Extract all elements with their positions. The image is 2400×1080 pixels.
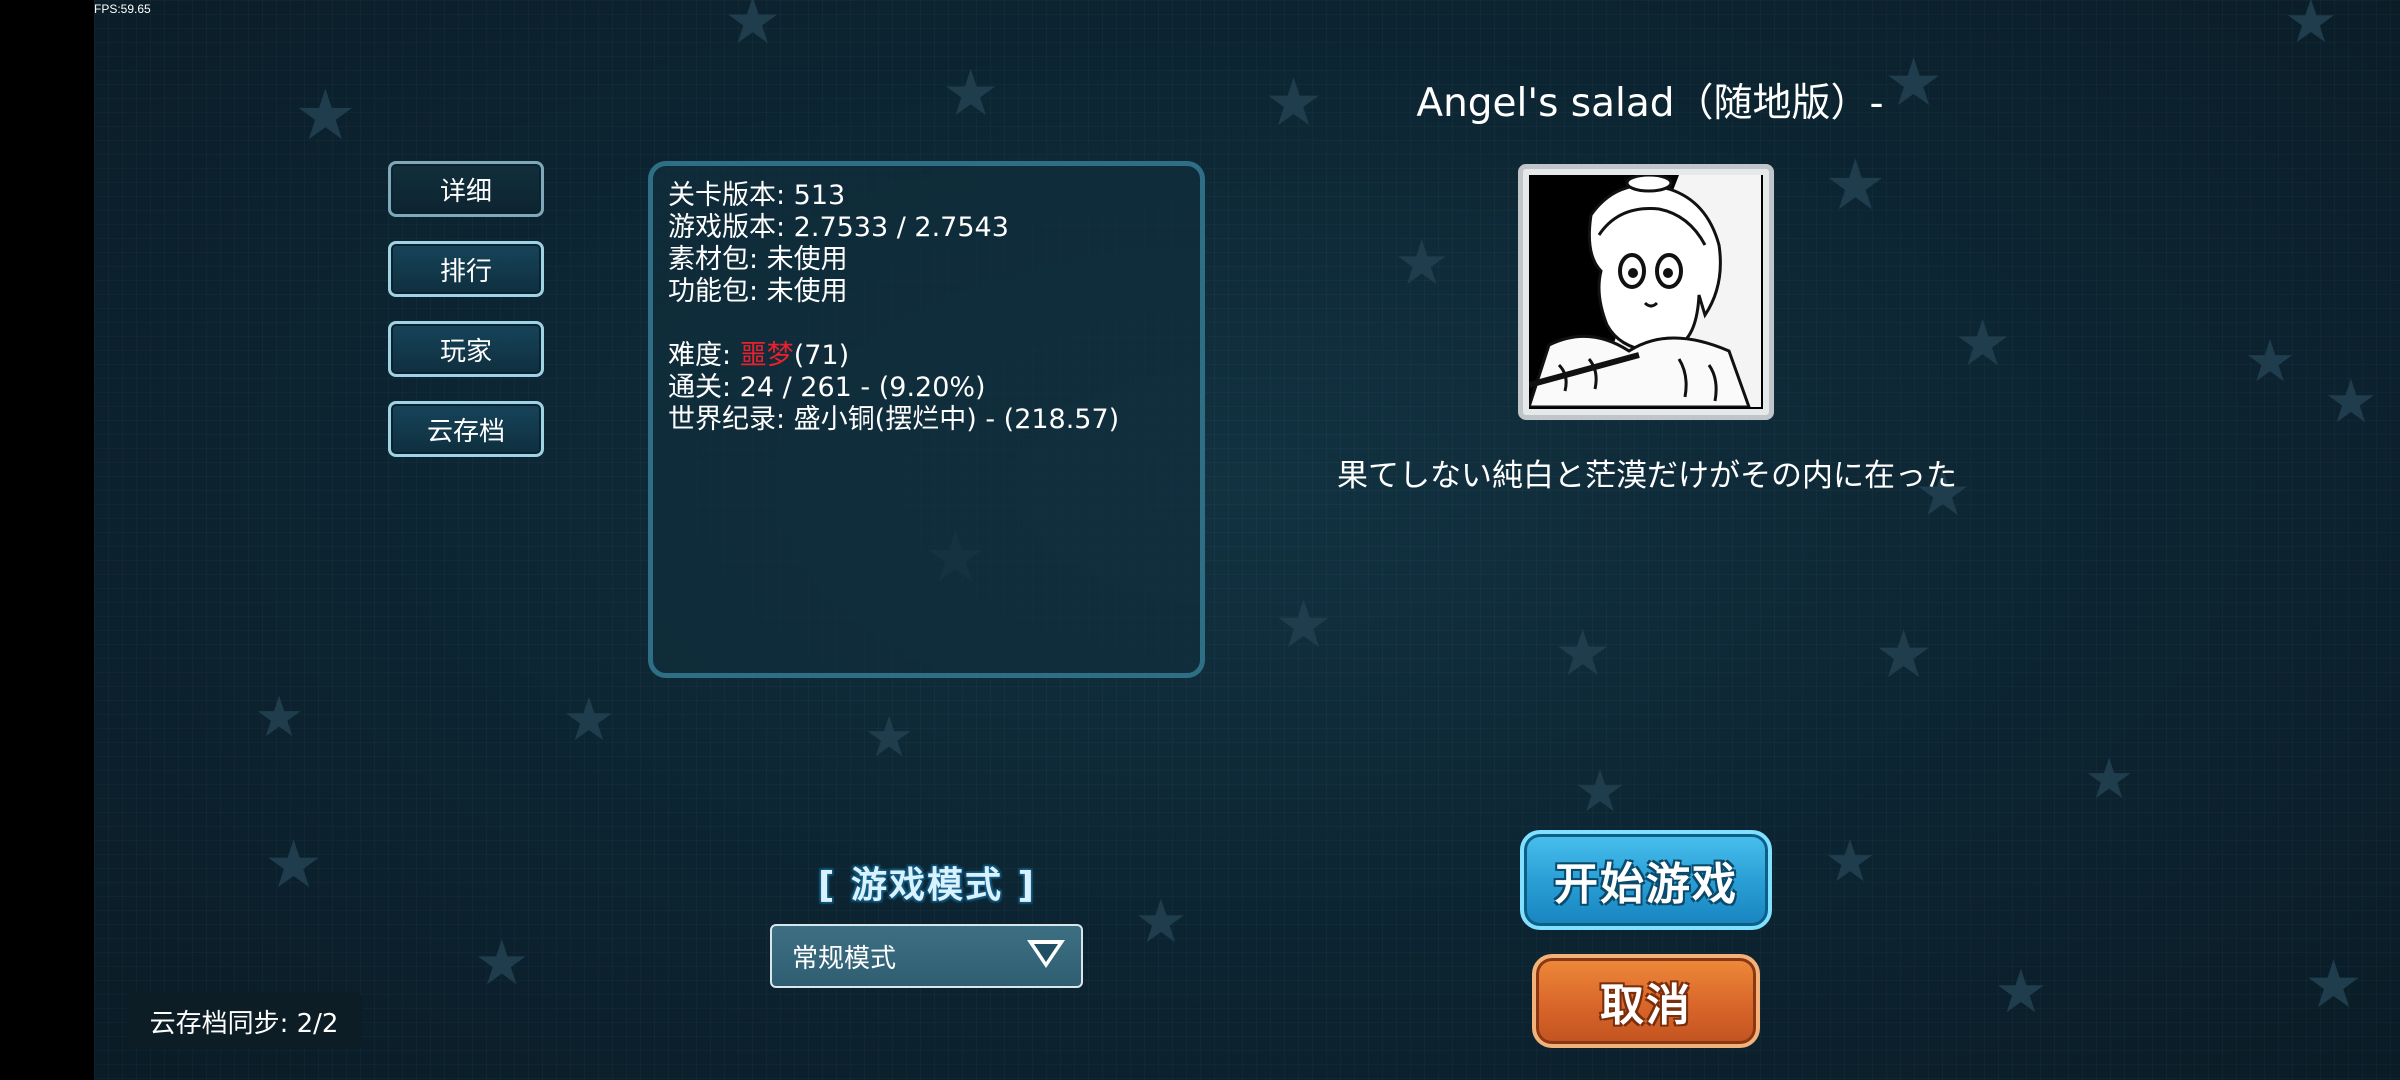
background-star: ★ [1274,586,1334,663]
background-star: ★ [864,705,915,770]
game-mode-dropdown[interactable]: 常规模式 [770,924,1083,988]
background-star: ★ [2244,327,2296,395]
clear-stats: 通关: 24 / 261 - (9.20%) [668,372,986,403]
detail-button[interactable]: 详细 [388,161,544,217]
background-star: ★ [1954,307,2012,381]
background-star: ★ [724,0,782,59]
background-star: ★ [1134,887,1188,957]
cloud-sync-status: 云存档同步: 2/2 [126,993,362,1049]
game-mode-selected: 常规模式 [792,943,897,974]
cover-illustration [1529,175,1761,409]
background-star: ★ [1874,616,1934,693]
asset-pack: 素材包: 未使用 [668,244,848,275]
rank-button[interactable]: 排行 [388,241,544,297]
start-game-button[interactable]: 开始游戏 [1520,830,1772,930]
background-star: ★ [1994,957,2048,1027]
background-star: ★ [1554,617,1612,691]
cover-art-image [1529,175,1763,409]
background-star: ★ [2284,0,2338,57]
world-record: 世界纪录: 盛小铜(摆烂中) - (218.57) [668,404,1120,435]
difficulty-row: 难度: 噩梦(71) [668,340,1200,372]
difficulty-value: 噩梦 [739,340,794,371]
dropdown-arrow-inner [1034,944,1058,962]
background-star: ★ [1394,226,1450,299]
background-star: ★ [2304,946,2364,1023]
background-star: ★ [1824,144,1887,226]
cancel-button[interactable]: 取消 [1532,954,1760,1048]
difficulty-level: (71) [793,340,850,371]
song-title: Angel's salad（随地版）- [1416,81,1884,126]
background-star: ★ [2084,747,2135,812]
background-star: ★ [474,926,530,999]
cover-art-frame [1518,164,1774,420]
background-star: ★ [1574,757,1626,825]
game-version: 游戏版本: 2.7533 / 2.7543 [668,212,1009,243]
level-version: 关卡版本: 513 [668,180,846,211]
game-mode-title: [ 游戏模式 ] [818,865,1036,906]
background-star: ★ [254,685,305,750]
fps-counter: FPS:59.65 [94,2,151,16]
background-star: ★ [2324,367,2378,437]
background-star: ★ [1824,827,1876,895]
left-black-bar [0,0,94,1080]
cloud-save-button[interactable]: 云存档 [388,401,544,457]
background-star: ★ [562,685,616,755]
feature-pack: 功能包: 未使用 [668,276,848,307]
background-star: ★ [942,57,1000,131]
song-description: 果てしない純白と茫漠だけがその内に在った [1337,458,1957,494]
players-button[interactable]: 玩家 [388,321,544,377]
background-star: ★ [264,826,324,903]
level-info-panel: 关卡版本: 513 游戏版本: 2.7533 / 2.7543 素材包: 未使用… [648,161,1205,678]
difficulty-label: 难度: [668,340,740,371]
background-star: ★ [294,74,357,156]
